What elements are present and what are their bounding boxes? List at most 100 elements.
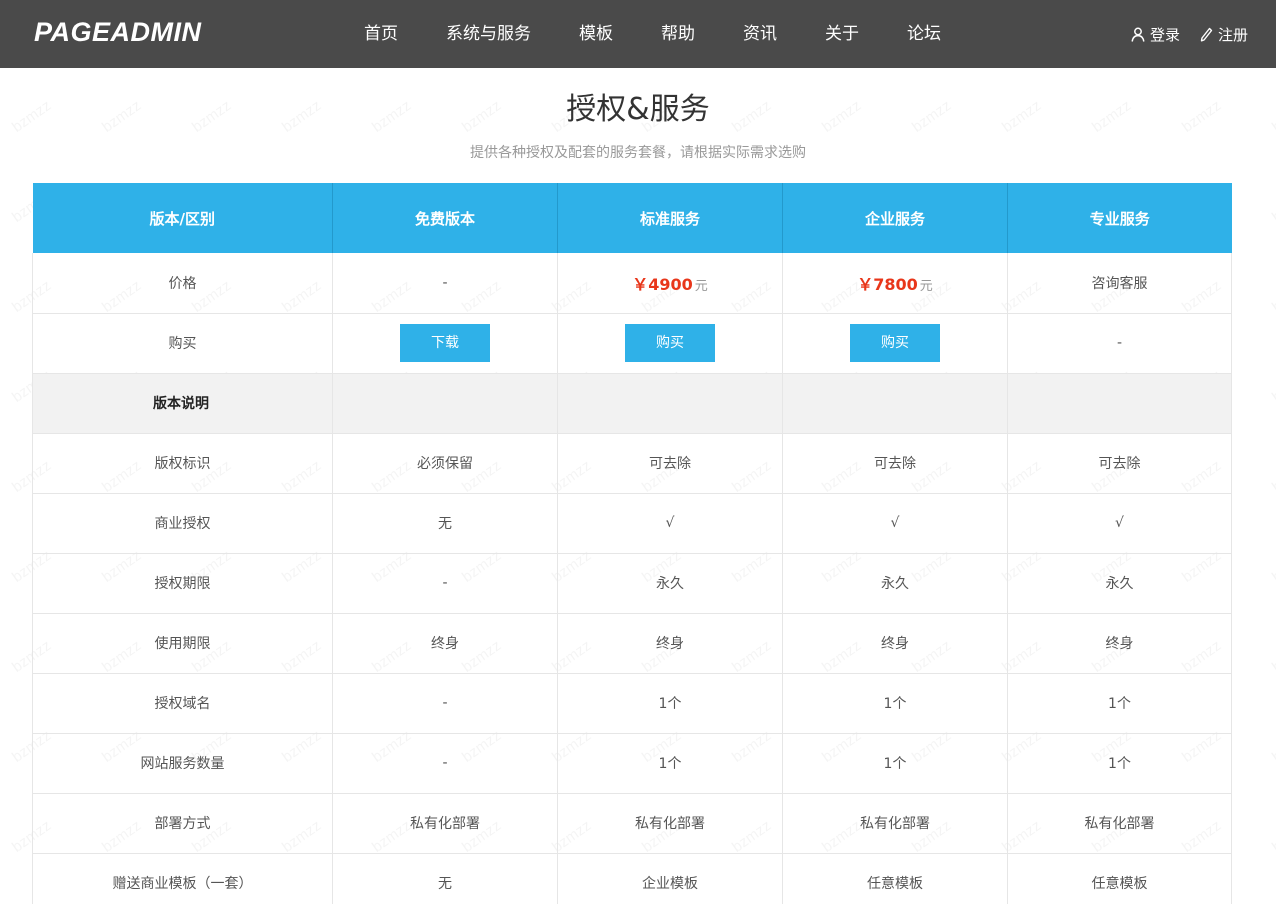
top-navbar: PAGEADMIN 首页 系统与服务 模板 帮助 资讯 关于 论坛 登录 注册 — [0, 0, 1276, 68]
nav-about[interactable]: 关于 — [801, 0, 883, 68]
row-label: 购买 — [32, 313, 333, 374]
watermark-text: bzmzz — [1269, 547, 1276, 586]
section-label: 版本说明 — [32, 373, 333, 434]
table-cell: 私有化部署 — [1007, 793, 1232, 854]
table-cell: 1个 — [557, 733, 783, 794]
table-header-row: 版本/区别 免费版本 标准服务 企业服务 专业服务 — [32, 183, 1232, 253]
table-cell: 1个 — [782, 733, 1008, 794]
table-cell: 下载 — [332, 313, 558, 374]
header-free: 免费版本 — [332, 183, 558, 253]
table-cell: - — [332, 733, 558, 794]
table-row: 赠送商业模板（一套）无企业模板 任意模板 任意模板 — [32, 853, 1232, 904]
table-cell — [1007, 373, 1232, 434]
table-cell: 终身 — [1007, 613, 1232, 674]
user-icon — [1131, 27, 1145, 42]
user-links: 登录 注册 — [1131, 0, 1248, 68]
login-label: 登录 — [1149, 25, 1180, 44]
page-subtitle: 提供各种授权及配套的服务套餐，请根据实际需求选购 — [470, 145, 806, 161]
table-cell: - — [332, 253, 558, 314]
table-cell: 无 — [332, 493, 558, 554]
table-cell: 1个 — [1007, 673, 1232, 734]
login-link[interactable]: 登录 — [1131, 24, 1180, 45]
buy-enterprise-button[interactable]: 购买 — [850, 324, 940, 362]
buy-standard-button[interactable]: 购买 — [625, 324, 715, 362]
table-cell: - — [332, 553, 558, 614]
table-cell: √ — [557, 493, 783, 554]
table-row: 网站服务数量 -1个 1个 1个 — [32, 733, 1232, 794]
row-label: 授权域名 — [32, 673, 333, 734]
pencil-icon — [1200, 27, 1213, 42]
register-link[interactable]: 注册 — [1200, 24, 1248, 45]
row-label: 版权标识 — [32, 433, 333, 494]
header-standard: 标准服务 — [557, 183, 783, 253]
row-label: 网站服务数量 — [32, 733, 333, 794]
page-header: 授权&服务 提供各种授权及配套的服务套餐，请根据实际需求选购 — [0, 68, 1276, 162]
row-label: 商业授权 — [32, 493, 333, 554]
table-cell: 购买 — [557, 313, 783, 374]
table-cell: - — [332, 673, 558, 734]
table-cell: 1个 — [782, 673, 1008, 734]
watermark-text: bzmzz — [1269, 457, 1276, 496]
table-cell: 永久 — [557, 553, 783, 614]
watermark-text: bzmzz — [1269, 277, 1276, 316]
table-cell: 可去除 — [557, 433, 783, 494]
table-cell: 无 — [332, 853, 558, 904]
nav-help[interactable]: 帮助 — [637, 0, 719, 68]
table-cell: 私有化部署 — [557, 793, 783, 854]
table-row: 授权域名 -1个 1个 1个 — [32, 673, 1232, 734]
enterprise-price-cell: ￥7800 元 — [782, 253, 1008, 314]
header-enterprise: 企业服务 — [782, 183, 1008, 253]
header-pro: 专业服务 — [1007, 183, 1232, 253]
watermark-text: bzmzz — [1269, 367, 1276, 406]
row-label: 使用期限 — [32, 613, 333, 674]
table-cell: - — [1007, 313, 1232, 374]
table-cell: 可去除 — [782, 433, 1008, 494]
table-row: 部署方式 私有化部署 私有化部署 私有化部署 私有化部署 — [32, 793, 1232, 854]
price-row: 价格 - ￥4900 元 ￥7800 元 咨询客服 — [32, 253, 1232, 314]
buy-row: 购买 下载 购买 购买 - — [32, 313, 1232, 374]
site-logo[interactable]: PAGEADMIN — [34, 17, 202, 48]
table-cell: 必须保留 — [332, 433, 558, 494]
table-row: 商业授权无 √ √ √ — [32, 493, 1232, 554]
section-row: 版本说明 — [32, 373, 1232, 434]
table-cell: 终身 — [557, 613, 783, 674]
table-cell: 1个 — [1007, 733, 1232, 794]
standard-price: ￥4900 — [632, 274, 693, 294]
nav-system-services[interactable]: 系统与服务 — [422, 0, 555, 68]
table-cell — [557, 373, 783, 434]
table-cell: 可去除 — [1007, 433, 1232, 494]
page-title: 授权&服务 — [566, 92, 710, 127]
download-button[interactable]: 下载 — [400, 324, 490, 362]
register-label: 注册 — [1217, 25, 1248, 44]
table-row: 版权标识 必须保留 可去除 可去除 可去除 — [32, 433, 1232, 494]
table-cell: 购买 — [782, 313, 1008, 374]
table-row: 使用期限 终身 终身 终身 终身 — [32, 613, 1232, 674]
table-cell: 咨询客服 — [1007, 253, 1232, 314]
nav-forum[interactable]: 论坛 — [883, 0, 965, 68]
nav-templates[interactable]: 模板 — [555, 0, 637, 68]
header-version: 版本/区别 — [32, 183, 333, 253]
standard-price-cell: ￥4900 元 — [557, 253, 783, 314]
row-label: 授权期限 — [32, 553, 333, 614]
table-cell: √ — [782, 493, 1008, 554]
nav-news[interactable]: 资讯 — [719, 0, 801, 68]
main-nav: 首页 系统与服务 模板 帮助 资讯 关于 论坛 — [340, 0, 965, 68]
table-cell — [782, 373, 1008, 434]
table-cell: 终身 — [332, 613, 558, 674]
watermark-text: bzmzz — [1269, 727, 1276, 766]
table-cell: 终身 — [782, 613, 1008, 674]
table-cell — [332, 373, 558, 434]
table-cell: 任意模板 — [782, 853, 1008, 904]
price-unit: 元 — [919, 278, 933, 294]
nav-home[interactable]: 首页 — [340, 0, 422, 68]
table-cell: 私有化部署 — [332, 793, 558, 854]
table-cell: √ — [1007, 493, 1232, 554]
row-label: 赠送商业模板（一套） — [32, 853, 333, 904]
table-cell: 1个 — [557, 673, 783, 734]
price-unit: 元 — [694, 278, 708, 294]
table-cell: 私有化部署 — [782, 793, 1008, 854]
pricing-table: 版本/区别 免费版本 标准服务 企业服务 专业服务 价格 - ￥4900 元 ￥7… — [32, 183, 1232, 904]
watermark-text: bzmzz — [1269, 817, 1276, 856]
enterprise-price: ￥7800 — [857, 274, 918, 294]
table-cell: 永久 — [1007, 553, 1232, 614]
